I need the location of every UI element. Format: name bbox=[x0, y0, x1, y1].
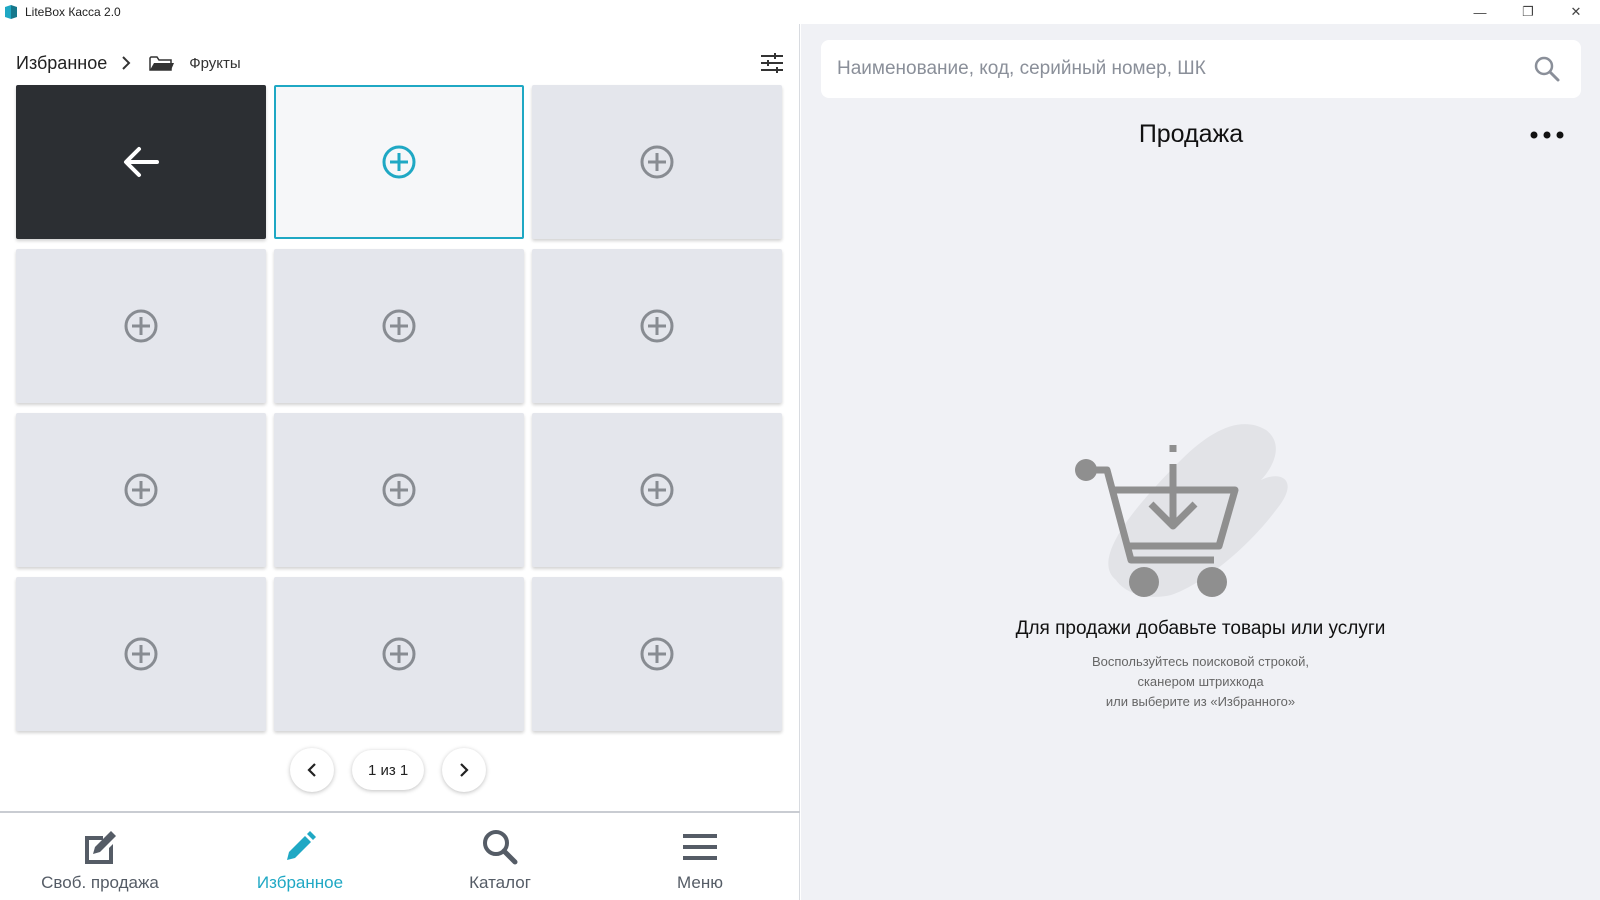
add-tile[interactable] bbox=[274, 85, 524, 239]
nav-label: Своб. продажа bbox=[41, 873, 159, 892]
empty-state-line: сканером штрихкода bbox=[1137, 674, 1264, 689]
plus-circle-icon bbox=[382, 473, 416, 507]
plus-circle-icon bbox=[640, 309, 674, 343]
prev-page-button[interactable] bbox=[290, 748, 334, 792]
bottom-navigation: Своб. продажа Избранное Каталог Меню bbox=[0, 811, 800, 900]
more-dots-icon bbox=[1530, 131, 1564, 139]
plus-circle-icon bbox=[382, 637, 416, 671]
more-options-button[interactable] bbox=[1527, 124, 1567, 146]
search-icon[interactable] bbox=[1533, 55, 1561, 83]
plus-circle-icon bbox=[124, 637, 158, 671]
nav-label: Каталог bbox=[469, 873, 531, 892]
close-button[interactable]: ✕ bbox=[1552, 0, 1600, 24]
chevron-right-icon bbox=[121, 56, 131, 70]
folder-icon bbox=[149, 54, 175, 72]
restore-button[interactable]: ❐ bbox=[1504, 0, 1552, 24]
chevron-left-icon bbox=[307, 763, 316, 777]
add-tile[interactable] bbox=[16, 249, 266, 403]
add-tile[interactable] bbox=[532, 85, 782, 239]
nav-menu[interactable]: Меню bbox=[600, 813, 800, 900]
hamburger-icon bbox=[681, 827, 719, 867]
add-tile[interactable] bbox=[274, 577, 524, 731]
sale-panel: Продажа Для продажи добавьте товары или … bbox=[801, 24, 1600, 900]
chevron-right-icon bbox=[460, 763, 469, 777]
plus-circle-icon bbox=[124, 473, 158, 507]
sliders-icon bbox=[761, 53, 783, 73]
pagination: 1 из 1 bbox=[290, 748, 487, 792]
favorites-panel: Избранное Фрукты 1 из 1 Своб. продажа Из… bbox=[0, 24, 800, 900]
empty-state-description: Воспользуйтесь поисковой строкой, сканер… bbox=[801, 652, 1600, 712]
plus-circle-icon bbox=[640, 637, 674, 671]
plus-circle-icon bbox=[124, 309, 158, 343]
nav-free-sale[interactable]: Своб. продажа bbox=[0, 813, 200, 900]
plus-circle-icon bbox=[640, 473, 674, 507]
empty-state-line: или выберите из «Избранного» bbox=[1105, 694, 1296, 709]
window-controls: — ❐ ✕ bbox=[1456, 0, 1600, 24]
edit-receipt-icon bbox=[81, 827, 119, 867]
add-tile[interactable] bbox=[532, 249, 782, 403]
window-title: LiteBox Касса 2.0 bbox=[25, 5, 121, 19]
favorites-grid bbox=[16, 85, 786, 731]
nav-catalog[interactable]: Каталог bbox=[400, 813, 600, 900]
next-page-button[interactable] bbox=[442, 748, 487, 792]
search-input[interactable] bbox=[837, 58, 1497, 80]
back-tile[interactable] bbox=[16, 85, 266, 239]
empty-state-line: Воспользуйтесь поисковой строкой, bbox=[1091, 654, 1310, 669]
add-tile[interactable] bbox=[532, 577, 782, 731]
empty-state-title: Для продажи добавьте товары или услуги bbox=[1015, 618, 1386, 639]
add-tile[interactable] bbox=[274, 249, 524, 403]
plus-circle-icon bbox=[382, 145, 416, 179]
filter-settings-button[interactable] bbox=[758, 50, 786, 76]
add-tile[interactable] bbox=[274, 413, 524, 567]
nav-favorites[interactable]: Избранное bbox=[200, 813, 400, 900]
add-tile[interactable] bbox=[16, 413, 266, 567]
page-indicator: 1 из 1 bbox=[352, 750, 425, 790]
plus-circle-icon bbox=[640, 145, 674, 179]
sale-title: Продажа bbox=[1138, 120, 1244, 148]
breadcrumb: Избранное Фрукты bbox=[16, 50, 241, 76]
breadcrumb-folder[interactable]: Фрукты bbox=[189, 55, 240, 72]
add-tile[interactable] bbox=[16, 577, 266, 731]
nav-label: Избранное bbox=[256, 873, 344, 892]
add-tile[interactable] bbox=[532, 413, 782, 567]
nav-label: Меню bbox=[677, 873, 723, 892]
empty-cart-icon bbox=[1075, 424, 1288, 597]
search-icon bbox=[481, 827, 519, 867]
plus-circle-icon bbox=[382, 309, 416, 343]
arrow-left-icon bbox=[124, 147, 159, 177]
pencil-icon bbox=[283, 827, 317, 867]
minimize-button[interactable]: — bbox=[1456, 0, 1504, 24]
search-box bbox=[821, 40, 1581, 98]
breadcrumb-root[interactable]: Избранное bbox=[16, 53, 107, 74]
app-logo-icon bbox=[5, 5, 17, 19]
title-bar: LiteBox Касса 2.0 — ❐ ✕ bbox=[0, 0, 1600, 24]
